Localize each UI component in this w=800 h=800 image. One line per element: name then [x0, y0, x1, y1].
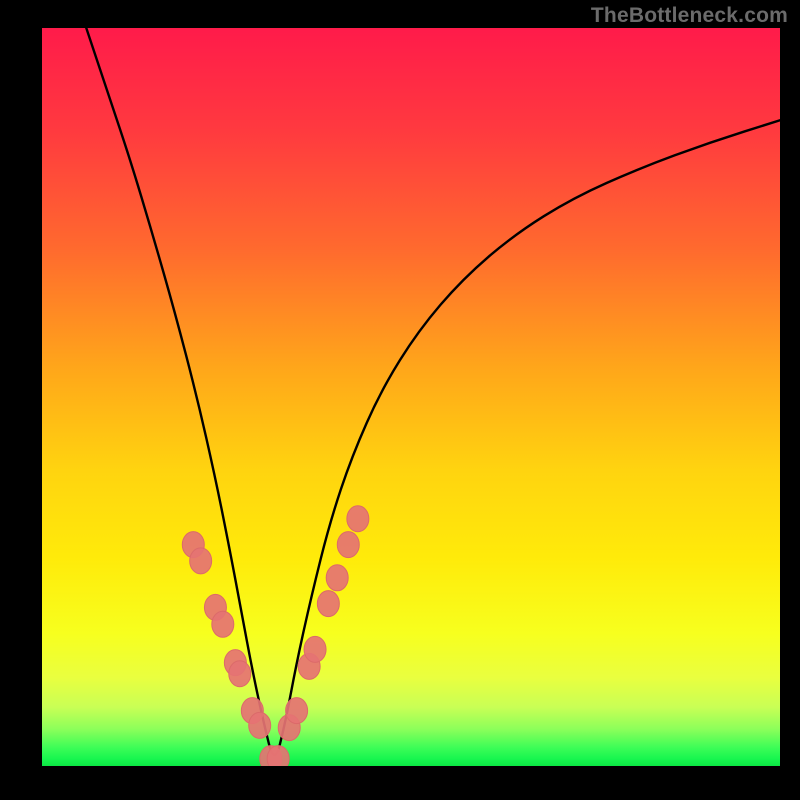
highlight-marker — [249, 712, 271, 738]
highlight-marker — [286, 698, 308, 724]
plot-area — [42, 28, 780, 766]
chart-overlay — [42, 28, 780, 766]
highlight-marker-group — [182, 506, 369, 766]
highlight-marker — [267, 746, 289, 766]
bottleneck-curve — [86, 28, 780, 755]
highlight-marker — [337, 532, 359, 558]
highlight-marker — [190, 548, 212, 574]
chart-frame: TheBottleneck.com — [0, 0, 800, 800]
watermark-text: TheBottleneck.com — [591, 4, 788, 28]
highlight-marker — [304, 636, 326, 662]
highlight-marker — [317, 591, 339, 617]
highlight-marker — [326, 565, 348, 591]
highlight-marker — [229, 661, 251, 687]
highlight-marker — [212, 611, 234, 637]
highlight-marker — [347, 506, 369, 532]
